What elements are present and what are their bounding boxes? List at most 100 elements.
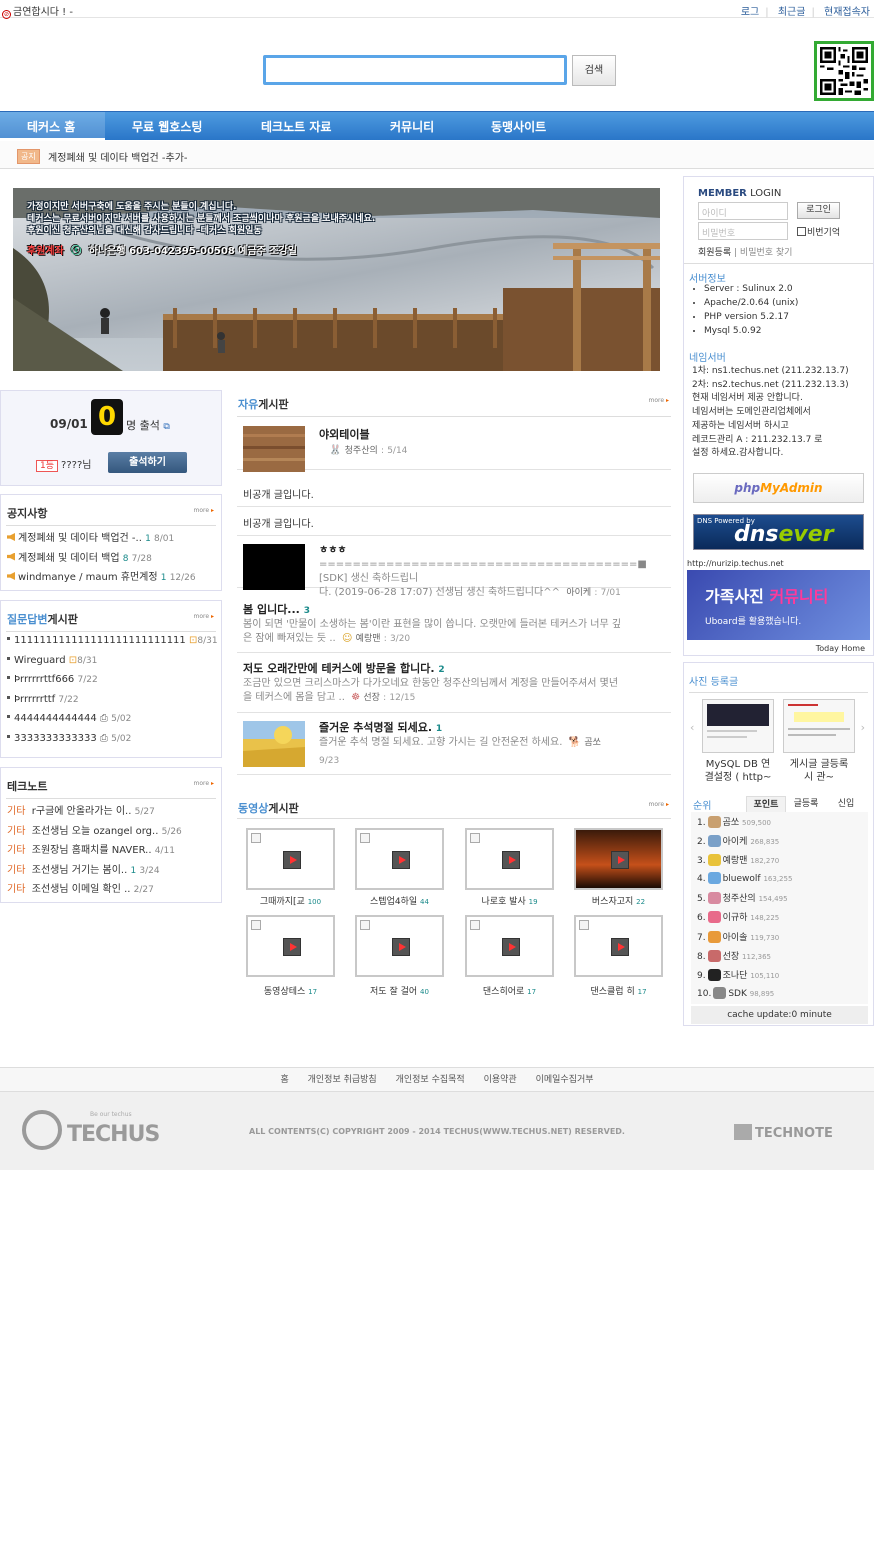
list-item[interactable]: 기타 조선생님 거기는 봄이.. 1 3/24 (7, 861, 182, 881)
remember-password-checkbox[interactable]: 비번기억 (797, 225, 840, 238)
tab-posts[interactable]: 글등록 (787, 796, 825, 812)
bank-label: 후원계좌 (27, 246, 64, 257)
video-thumbnail[interactable] (246, 828, 335, 890)
video-thumbnail[interactable] (574, 915, 663, 977)
photo-thumbnail[interactable] (783, 699, 855, 753)
list-item[interactable]: 비공개 글입니다. (237, 478, 671, 507)
video-thumbnail[interactable] (465, 915, 554, 977)
video-label[interactable]: 동영상테스 17 (246, 984, 335, 997)
popup-icon: ⧉ (163, 422, 170, 432)
search-input[interactable] (263, 55, 567, 85)
family-photo-ad[interactable]: 가족사진 커뮤니티 Uboard를 활용했습니다. (687, 570, 870, 640)
photo-caption[interactable]: 게시글 글등록 시 관~ (783, 758, 855, 784)
current-users-link[interactable]: 현재접속자 (824, 7, 870, 18)
list-item[interactable]: 즐거운 추석명절 되세요. 1 즐거운 추석 명절 되세요. 고향 가시는 길 … (237, 713, 671, 775)
recent-posts-link[interactable]: 최근글 (778, 7, 806, 18)
video-label[interactable]: 그때까지[교 100 (246, 894, 335, 907)
nav-technote[interactable]: 테크노트 자료 (261, 118, 331, 135)
list-item[interactable]: Wireguard ⊡8/31 (7, 655, 218, 675)
attendance-label[interactable]: 명 출석 ⧉ (126, 417, 170, 433)
list-item[interactable]: 비공개 글입니다. (237, 507, 671, 536)
footer-email-link[interactable]: 이메일수집거부 (536, 1075, 594, 1085)
list-item[interactable]: Þrrrrrrttf666 7/22 (7, 674, 218, 694)
video-board-more-link[interactable]: more ▸ (649, 801, 669, 808)
list-item[interactable]: 9. 조나단 105,110 (697, 968, 792, 987)
speaker-icon (7, 572, 15, 580)
dnsever-link[interactable]: DNS Powered by dnsever (693, 514, 864, 550)
next-arrow-icon[interactable]: › (861, 721, 865, 734)
video-label[interactable]: 스텝업4하일 44 (355, 894, 444, 907)
list-item[interactable]: 기타 조선생님 이메일 확인 .. 2/27 (7, 880, 182, 900)
footer-terms-link[interactable]: 이용약관 (484, 1075, 517, 1085)
video-thumbnail[interactable] (574, 828, 663, 890)
avatar (707, 872, 721, 885)
phpmyadmin-link[interactable]: phpMyAdmin (693, 473, 864, 503)
login-link[interactable]: 로그 (741, 7, 759, 18)
register-link[interactable]: 회원등록 (698, 248, 731, 258)
list-item[interactable]: 4. bluewolf 163,255 (697, 872, 792, 891)
video-thumbnail[interactable] (246, 915, 335, 977)
login-button[interactable]: 로그인 (797, 202, 840, 219)
video-thumbnail[interactable] (355, 828, 444, 890)
list-item[interactable]: 2. 아이케 268,835 (697, 834, 792, 853)
footer-collection-link[interactable]: 개인정보 수집목적 (396, 1075, 465, 1085)
list-item[interactable]: 야외테이블 🐰 청주산의 : 5/14 (237, 418, 671, 472)
list-item[interactable]: 5. 청주산의 154,495 (697, 891, 792, 910)
free-board-more-link[interactable]: more ▸ (649, 397, 669, 404)
notice-more-link[interactable]: more ▸ (194, 507, 214, 514)
video-thumbnail[interactable] (355, 915, 444, 977)
list-item[interactable]: Þrrrrrrttf 7/22 (7, 694, 218, 714)
list-item[interactable]: 8. 선장 112,365 (697, 949, 792, 968)
nav-partner-sites[interactable]: 동맹사이트 (491, 118, 546, 135)
attendance-rank: 1등 ????님 (36, 456, 91, 472)
video-label[interactable]: 댄스히어로 17 (465, 984, 554, 997)
list-item[interactable]: 계정폐쇄 및 데이터 백업 8 7/28 (7, 549, 196, 569)
today-home-link[interactable]: Today Home (816, 644, 865, 653)
ranking-title: 순위 (693, 801, 712, 812)
list-item[interactable]: 저도 오래간만에 테커스에 방문을 합니다. 2 조금만 있으면 크리스마스가 … (237, 654, 671, 713)
tab-points[interactable]: 포인트 (746, 796, 786, 812)
video-label[interactable]: 버스자고지 22 (574, 894, 663, 907)
tab-new[interactable]: 신입 (826, 796, 866, 812)
list-item[interactable]: 6. 이규하 148,225 (697, 910, 792, 929)
free-board-title: 자유게시판 (238, 398, 289, 411)
list-item[interactable]: 10. SDK 98,895 (697, 986, 792, 1006)
attend-button[interactable]: 출석하기 (108, 452, 187, 473)
photo-caption[interactable]: MySQL DB 연 결설정 ( http~ (702, 758, 774, 784)
video-label[interactable]: 댄스클럽 히 17 (574, 984, 663, 997)
list-item[interactable]: ㅎㅎㅎ ====================================… (237, 536, 671, 598)
footer-links: 홈 개인정보 취급방침 개인정보 수집목적 이용약관 이메일수집거부 (0, 1067, 874, 1092)
photo-thumbnail[interactable] (702, 699, 774, 753)
list-item[interactable]: 7. 아이솔 119,730 (697, 930, 792, 949)
video-label[interactable]: 나로호 발사 19 (465, 894, 554, 907)
footer-privacy-link[interactable]: 개인정보 취급방침 (308, 1075, 377, 1085)
list-item[interactable]: 1. 곰쏘 509,500 (697, 815, 792, 834)
list-item[interactable]: 3. 예랑맨 182,270 (697, 853, 792, 872)
list-item[interactable]: windmanye / maum 휴먼계정 1 12/26 (7, 568, 196, 588)
nav-free-hosting[interactable]: 무료 웹호스팅 (132, 118, 202, 135)
video-label[interactable]: 저도 잘 걸어 40 (355, 984, 444, 997)
qna-box-title: 질문답변게시판 (7, 613, 78, 626)
list-item[interactable]: 기타 r구글에 안올라가는 이.. 5/27 (7, 802, 182, 822)
list-item[interactable]: 봄 입니다... 3 봄이 되면 '만물이 소생하는 봄'이란 표현을 많이 씁… (237, 595, 671, 653)
user-id-input[interactable]: 아이디 (698, 202, 788, 220)
find-password-link[interactable]: 비밀번호 찾기 (740, 248, 793, 258)
list-item[interactable]: 111111111111111111111111111 ⊡8/31 (7, 635, 218, 655)
technote-more-link[interactable]: more ▸ (194, 780, 214, 787)
prev-arrow-icon[interactable]: ‹ (690, 721, 694, 734)
nav-home[interactable]: 테커스 홈 (27, 118, 75, 135)
qna-more-link[interactable]: more ▸ (194, 613, 214, 620)
list-item[interactable]: 기타 조선생님 오늘 ozangel org.. 5/26 (7, 822, 182, 842)
password-input[interactable]: 비밀번호 (698, 222, 788, 240)
list-item[interactable]: 3333333333333 ⎙ 5/02 (7, 733, 218, 753)
list-item[interactable]: 기타 조원장님 홈패치를 NAVER.. 4/11 (7, 841, 182, 861)
server-info-list: Server : Sulinux 2.0 Apache/2.0.64 (unix… (704, 284, 798, 340)
nav-community[interactable]: 커뮤니티 (390, 118, 434, 135)
notice-ticker-text[interactable]: 계정폐쇄 및 데이타 백업건 -추가- (48, 149, 188, 164)
list-item[interactable]: 4444444444444 ⎙ 5/02 (7, 713, 218, 733)
search-button[interactable]: 검색 (572, 55, 616, 86)
video-thumbnail[interactable] (465, 828, 554, 890)
qna-box: 질문답변게시판 more ▸ 1111111111111111111111111… (0, 600, 222, 758)
footer-home-link[interactable]: 홈 (280, 1075, 288, 1085)
list-item[interactable]: 계정폐쇄 및 데이타 백업건 -.. 1 8/01 (7, 529, 196, 549)
